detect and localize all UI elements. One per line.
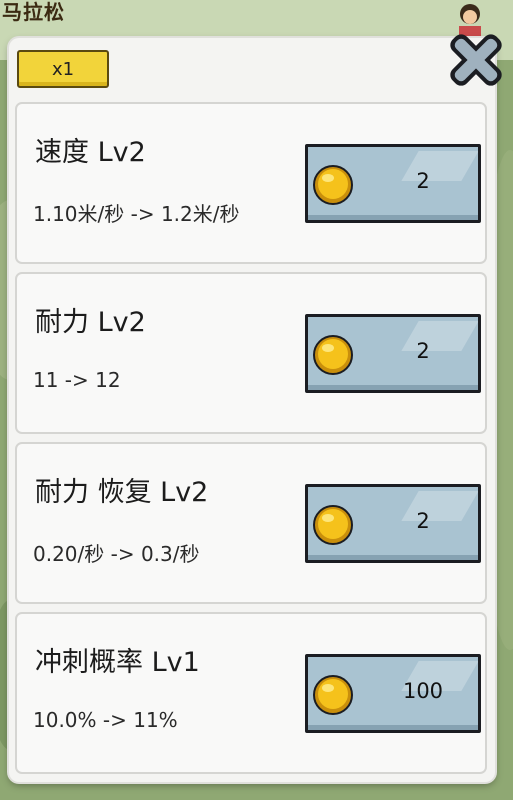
multiplier-toggle-button[interactable]: x1 <box>17 50 109 88</box>
buy-button-stamina[interactable]: 2 <box>305 314 481 393</box>
upgrade-title: 耐力 Lv2 <box>35 307 146 338</box>
upgrade-detail: 0.20/秒 -> 0.3/秒 <box>33 542 200 566</box>
gold-coin-icon <box>313 505 353 545</box>
cost-label: 100 <box>402 678 444 703</box>
cost-label: 2 <box>416 338 430 363</box>
upgrade-card-speed: 速度 Lv2 1.10米/秒 -> 1.2米/秒 2 <box>15 102 487 264</box>
background-title-text: 马拉松 <box>2 0 65 24</box>
buy-button-stamina-recovery[interactable]: 2 <box>305 484 481 563</box>
buy-button-sprint-chance[interactable]: 100 <box>305 654 481 733</box>
upgrade-card-sprint-chance: 冲刺概率 Lv1 10.0% -> 11% 100 <box>15 612 487 774</box>
cost-label: 2 <box>416 168 430 193</box>
upgrade-card-stamina-recovery: 耐力 恢复 Lv2 0.20/秒 -> 0.3/秒 2 <box>15 442 487 604</box>
buy-button-speed[interactable]: 2 <box>305 144 481 223</box>
cost-label: 2 <box>416 508 430 533</box>
close-icon[interactable] <box>441 24 511 96</box>
upgrade-title: 耐力 恢复 Lv2 <box>35 477 209 508</box>
upgrade-title: 速度 Lv2 <box>35 137 146 168</box>
upgrade-card-stamina: 耐力 Lv2 11 -> 12 2 <box>15 272 487 434</box>
upgrade-detail: 1.10米/秒 -> 1.2米/秒 <box>33 202 240 226</box>
gold-coin-icon <box>313 165 353 205</box>
upgrade-title: 冲刺概率 Lv1 <box>35 647 200 678</box>
gold-coin-icon <box>313 335 353 375</box>
upgrade-detail: 10.0% -> 11% <box>33 708 178 732</box>
gold-coin-icon <box>313 675 353 715</box>
upgrade-detail: 11 -> 12 <box>33 368 121 392</box>
